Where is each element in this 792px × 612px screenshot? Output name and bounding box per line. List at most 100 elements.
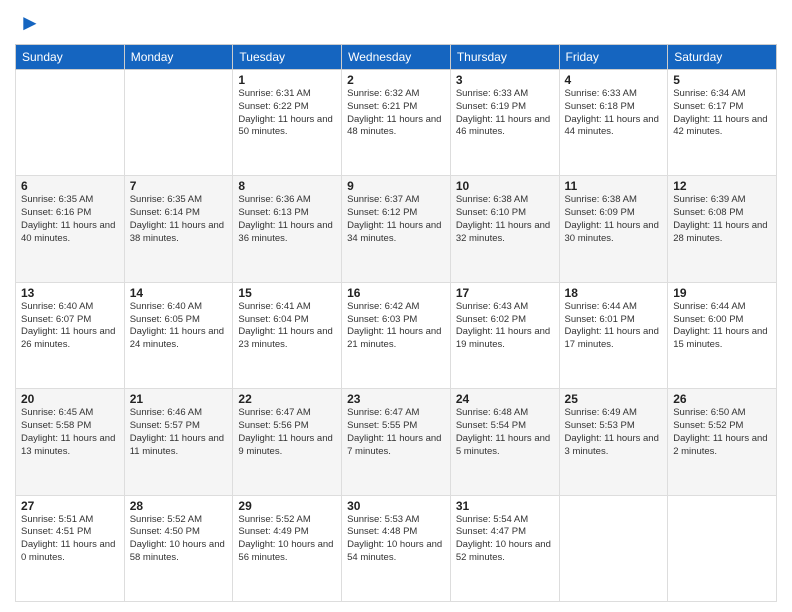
calendar-cell: 12Sunrise: 6:39 AM Sunset: 6:08 PM Dayli… — [668, 176, 777, 282]
calendar-week-row: 20Sunrise: 6:45 AM Sunset: 5:58 PM Dayli… — [16, 389, 777, 495]
day-info: Sunrise: 6:47 AM Sunset: 5:55 PM Dayligh… — [347, 407, 445, 458]
calendar-cell: 30Sunrise: 5:53 AM Sunset: 4:48 PM Dayli… — [342, 495, 451, 601]
day-number: 30 — [347, 499, 445, 513]
day-number: 20 — [21, 392, 119, 406]
calendar-cell: 3Sunrise: 6:33 AM Sunset: 6:19 PM Daylig… — [450, 70, 559, 176]
calendar-week-row: 6Sunrise: 6:35 AM Sunset: 6:16 PM Daylig… — [16, 176, 777, 282]
day-number: 2 — [347, 73, 445, 87]
day-info: Sunrise: 5:53 AM Sunset: 4:48 PM Dayligh… — [347, 514, 445, 565]
day-number: 17 — [456, 286, 554, 300]
calendar-cell: 21Sunrise: 6:46 AM Sunset: 5:57 PM Dayli… — [124, 389, 233, 495]
day-info: Sunrise: 6:33 AM Sunset: 6:19 PM Dayligh… — [456, 88, 554, 139]
day-number: 6 — [21, 179, 119, 193]
day-number: 25 — [565, 392, 663, 406]
day-number: 23 — [347, 392, 445, 406]
day-number: 10 — [456, 179, 554, 193]
day-number: 7 — [130, 179, 228, 193]
calendar-cell: 23Sunrise: 6:47 AM Sunset: 5:55 PM Dayli… — [342, 389, 451, 495]
day-number: 3 — [456, 73, 554, 87]
header: ► — [15, 10, 777, 36]
weekday-header: Sunday — [16, 45, 125, 70]
day-number: 14 — [130, 286, 228, 300]
calendar-cell — [124, 70, 233, 176]
calendar-cell: 15Sunrise: 6:41 AM Sunset: 6:04 PM Dayli… — [233, 282, 342, 388]
calendar-cell: 9Sunrise: 6:37 AM Sunset: 6:12 PM Daylig… — [342, 176, 451, 282]
day-number: 16 — [347, 286, 445, 300]
day-number: 27 — [21, 499, 119, 513]
day-number: 8 — [238, 179, 336, 193]
weekday-header: Saturday — [668, 45, 777, 70]
calendar-cell: 14Sunrise: 6:40 AM Sunset: 6:05 PM Dayli… — [124, 282, 233, 388]
day-info: Sunrise: 5:52 AM Sunset: 4:49 PM Dayligh… — [238, 514, 336, 565]
weekday-header: Friday — [559, 45, 668, 70]
day-info: Sunrise: 6:32 AM Sunset: 6:21 PM Dayligh… — [347, 88, 445, 139]
day-number: 11 — [565, 179, 663, 193]
day-info: Sunrise: 6:49 AM Sunset: 5:53 PM Dayligh… — [565, 407, 663, 458]
calendar-cell: 10Sunrise: 6:38 AM Sunset: 6:10 PM Dayli… — [450, 176, 559, 282]
day-number: 4 — [565, 73, 663, 87]
calendar-body: 1Sunrise: 6:31 AM Sunset: 6:22 PM Daylig… — [16, 70, 777, 602]
calendar-cell — [668, 495, 777, 601]
day-info: Sunrise: 6:37 AM Sunset: 6:12 PM Dayligh… — [347, 194, 445, 245]
calendar-cell: 24Sunrise: 6:48 AM Sunset: 5:54 PM Dayli… — [450, 389, 559, 495]
calendar-cell: 20Sunrise: 6:45 AM Sunset: 5:58 PM Dayli… — [16, 389, 125, 495]
day-info: Sunrise: 6:40 AM Sunset: 6:05 PM Dayligh… — [130, 301, 228, 352]
day-info: Sunrise: 6:43 AM Sunset: 6:02 PM Dayligh… — [456, 301, 554, 352]
calendar-cell: 2Sunrise: 6:32 AM Sunset: 6:21 PM Daylig… — [342, 70, 451, 176]
calendar-table: SundayMondayTuesdayWednesdayThursdayFrid… — [15, 44, 777, 602]
day-number: 29 — [238, 499, 336, 513]
logo-arrow-icon: ► — [19, 10, 41, 36]
logo: ► — [15, 10, 41, 36]
calendar-cell: 11Sunrise: 6:38 AM Sunset: 6:09 PM Dayli… — [559, 176, 668, 282]
day-info: Sunrise: 6:38 AM Sunset: 6:10 PM Dayligh… — [456, 194, 554, 245]
calendar-cell: 6Sunrise: 6:35 AM Sunset: 6:16 PM Daylig… — [16, 176, 125, 282]
weekday-header: Thursday — [450, 45, 559, 70]
calendar-cell: 22Sunrise: 6:47 AM Sunset: 5:56 PM Dayli… — [233, 389, 342, 495]
weekday-header: Wednesday — [342, 45, 451, 70]
calendar-cell: 18Sunrise: 6:44 AM Sunset: 6:01 PM Dayli… — [559, 282, 668, 388]
day-number: 15 — [238, 286, 336, 300]
day-number: 28 — [130, 499, 228, 513]
calendar-cell — [559, 495, 668, 601]
day-number: 13 — [21, 286, 119, 300]
day-info: Sunrise: 6:31 AM Sunset: 6:22 PM Dayligh… — [238, 88, 336, 139]
day-number: 5 — [673, 73, 771, 87]
day-info: Sunrise: 6:41 AM Sunset: 6:04 PM Dayligh… — [238, 301, 336, 352]
day-number: 21 — [130, 392, 228, 406]
day-number: 9 — [347, 179, 445, 193]
calendar-cell: 17Sunrise: 6:43 AM Sunset: 6:02 PM Dayli… — [450, 282, 559, 388]
day-info: Sunrise: 6:36 AM Sunset: 6:13 PM Dayligh… — [238, 194, 336, 245]
calendar-cell: 19Sunrise: 6:44 AM Sunset: 6:00 PM Dayli… — [668, 282, 777, 388]
day-info: Sunrise: 6:40 AM Sunset: 6:07 PM Dayligh… — [21, 301, 119, 352]
day-info: Sunrise: 6:35 AM Sunset: 6:16 PM Dayligh… — [21, 194, 119, 245]
day-number: 12 — [673, 179, 771, 193]
calendar-cell: 13Sunrise: 6:40 AM Sunset: 6:07 PM Dayli… — [16, 282, 125, 388]
day-info: Sunrise: 5:54 AM Sunset: 4:47 PM Dayligh… — [456, 514, 554, 565]
calendar-week-row: 27Sunrise: 5:51 AM Sunset: 4:51 PM Dayli… — [16, 495, 777, 601]
day-info: Sunrise: 6:33 AM Sunset: 6:18 PM Dayligh… — [565, 88, 663, 139]
calendar-cell: 27Sunrise: 5:51 AM Sunset: 4:51 PM Dayli… — [16, 495, 125, 601]
day-info: Sunrise: 5:52 AM Sunset: 4:50 PM Dayligh… — [130, 514, 228, 565]
calendar-cell: 1Sunrise: 6:31 AM Sunset: 6:22 PM Daylig… — [233, 70, 342, 176]
calendar-cell: 25Sunrise: 6:49 AM Sunset: 5:53 PM Dayli… — [559, 389, 668, 495]
day-info: Sunrise: 6:48 AM Sunset: 5:54 PM Dayligh… — [456, 407, 554, 458]
day-info: Sunrise: 6:46 AM Sunset: 5:57 PM Dayligh… — [130, 407, 228, 458]
day-info: Sunrise: 6:44 AM Sunset: 6:01 PM Dayligh… — [565, 301, 663, 352]
calendar-cell: 28Sunrise: 5:52 AM Sunset: 4:50 PM Dayli… — [124, 495, 233, 601]
day-info: Sunrise: 6:42 AM Sunset: 6:03 PM Dayligh… — [347, 301, 445, 352]
day-number: 26 — [673, 392, 771, 406]
day-info: Sunrise: 6:50 AM Sunset: 5:52 PM Dayligh… — [673, 407, 771, 458]
calendar-week-row: 1Sunrise: 6:31 AM Sunset: 6:22 PM Daylig… — [16, 70, 777, 176]
day-number: 31 — [456, 499, 554, 513]
day-info: Sunrise: 6:45 AM Sunset: 5:58 PM Dayligh… — [21, 407, 119, 458]
day-info: Sunrise: 5:51 AM Sunset: 4:51 PM Dayligh… — [21, 514, 119, 565]
calendar-cell: 7Sunrise: 6:35 AM Sunset: 6:14 PM Daylig… — [124, 176, 233, 282]
calendar-cell: 4Sunrise: 6:33 AM Sunset: 6:18 PM Daylig… — [559, 70, 668, 176]
calendar-cell: 8Sunrise: 6:36 AM Sunset: 6:13 PM Daylig… — [233, 176, 342, 282]
calendar-cell: 31Sunrise: 5:54 AM Sunset: 4:47 PM Dayli… — [450, 495, 559, 601]
day-number: 22 — [238, 392, 336, 406]
day-number: 24 — [456, 392, 554, 406]
weekday-header: Monday — [124, 45, 233, 70]
calendar-cell: 5Sunrise: 6:34 AM Sunset: 6:17 PM Daylig… — [668, 70, 777, 176]
calendar-cell — [16, 70, 125, 176]
